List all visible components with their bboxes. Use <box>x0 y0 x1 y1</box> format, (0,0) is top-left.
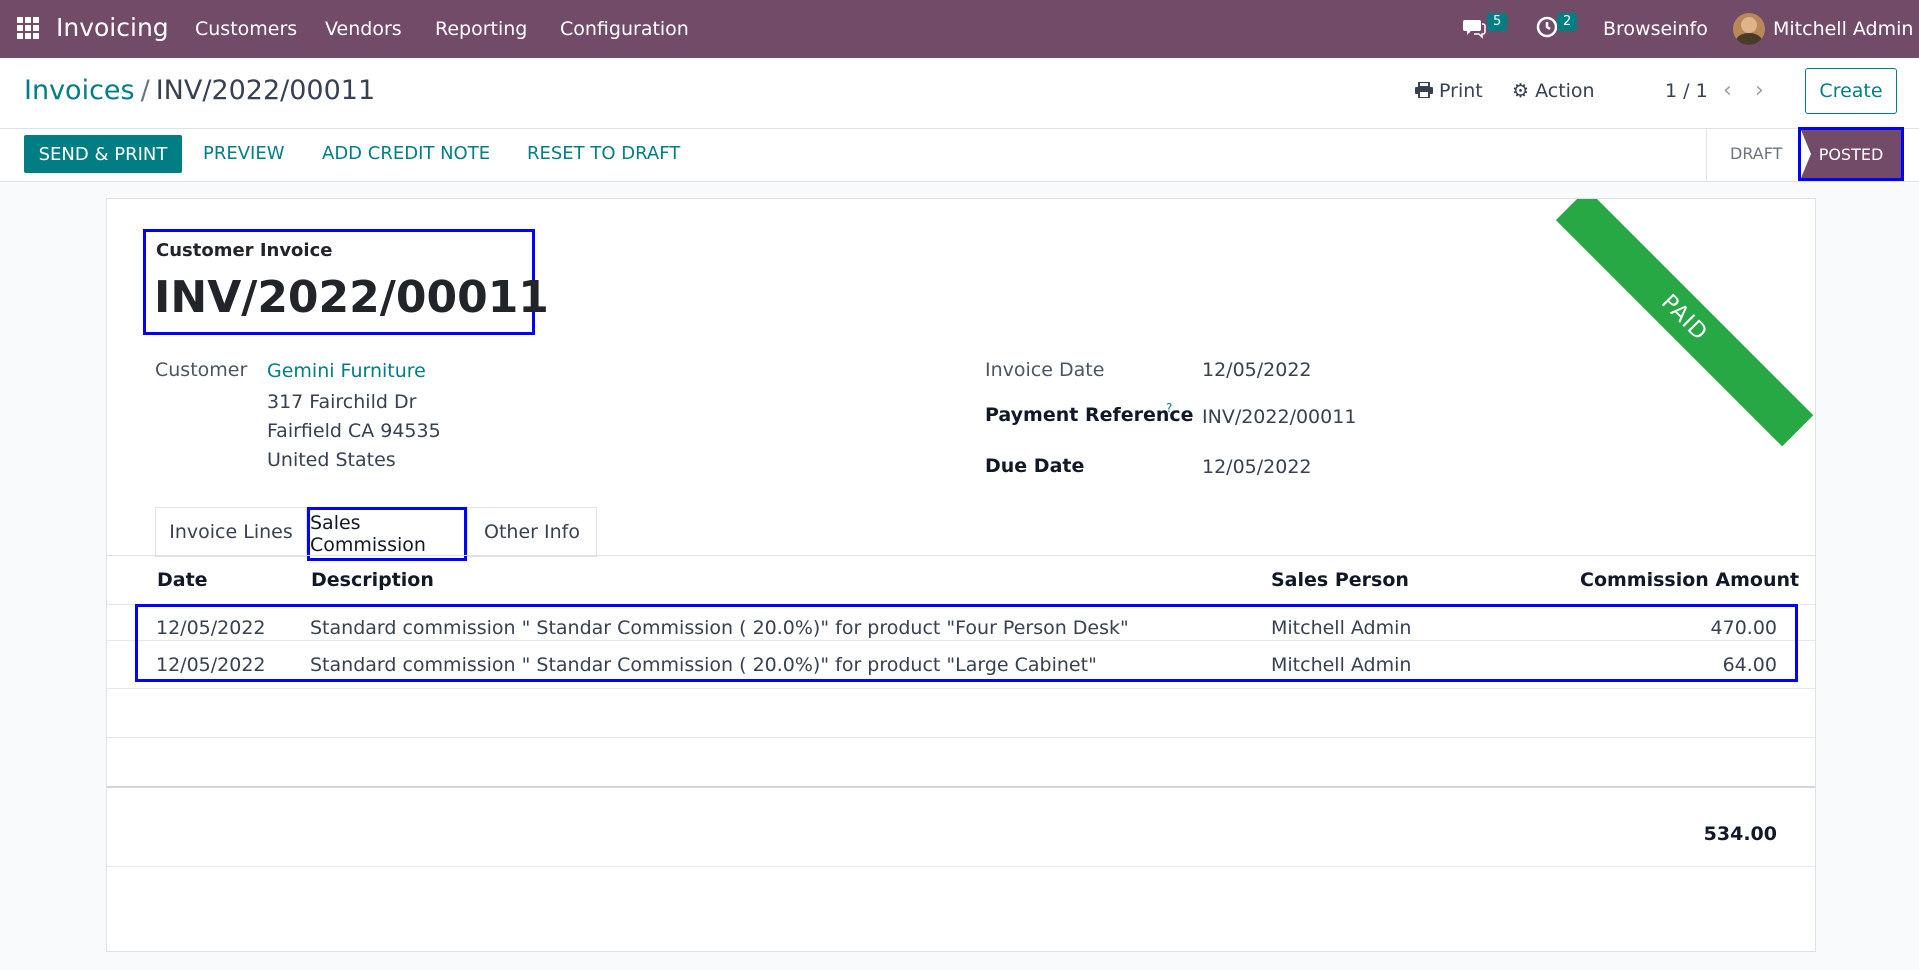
activities-clock-icon[interactable] <box>1535 15 1559 44</box>
invoice-title-box: Customer Invoice INV/2022/00011 <box>143 229 549 335</box>
customer-label: Customer <box>155 359 248 381</box>
paid-ribbon: PAID <box>1555 199 1814 447</box>
print-button[interactable]: Print <box>1415 80 1483 102</box>
print-label: Print <box>1439 80 1483 102</box>
row-divider <box>107 688 1815 689</box>
payment-reference-help-icon[interactable]: ? <box>1166 401 1172 415</box>
activities-badge: 2 <box>1557 13 1578 31</box>
pager-next-icon[interactable]: › <box>1755 78 1764 103</box>
breadcrumb-separator: / <box>140 75 150 106</box>
stage-posted[interactable]: POSTED <box>1798 127 1904 181</box>
footer-divider <box>107 786 1815 788</box>
form-sheet: PAID Customer Invoice INV/2022/00011 Cus… <box>106 198 1816 952</box>
row-divider <box>107 737 1815 738</box>
payment-reference-label: Payment Reference <box>985 404 1194 426</box>
pager-value[interactable]: 1 / 1 <box>1665 80 1708 102</box>
status-bar: SEND & PRINT PREVIEW ADD CREDIT NOTE RES… <box>0 127 1919 182</box>
add-credit-note-button[interactable]: ADD CREDIT NOTE <box>322 143 490 164</box>
due-date-value[interactable]: 12/05/2022 <box>1202 456 1312 478</box>
invoice-date-label: Invoice Date <box>985 359 1105 381</box>
top-navbar: Invoicing Customers Vendors Reporting Co… <box>0 0 1919 58</box>
tab-invoice-lines[interactable]: Invoice Lines <box>155 507 307 557</box>
messages-icon[interactable] <box>1462 15 1486 44</box>
breadcrumb-current: INV/2022/00011 <box>155 75 376 106</box>
print-icon <box>1415 81 1433 99</box>
tab-other-info[interactable]: Other Info <box>467 507 597 557</box>
footer-bottom-divider <box>107 866 1815 867</box>
user-menu[interactable]: Mitchell Admin <box>1773 18 1913 40</box>
reset-to-draft-button[interactable]: RESET TO DRAFT <box>527 143 680 164</box>
preview-button[interactable]: PREVIEW <box>203 143 285 164</box>
document-type: Customer Invoice <box>156 240 333 261</box>
column-header-sales-person[interactable]: Sales Person <box>1271 569 1409 591</box>
messages-badge: 5 <box>1487 13 1508 31</box>
commission-rows-highlight <box>135 604 1798 682</box>
menu-vendors[interactable]: Vendors <box>325 18 402 40</box>
gear-icon: ⚙ <box>1512 80 1530 102</box>
pager-previous-icon[interactable]: ‹ <box>1723 78 1732 103</box>
control-panel: Invoices / INV/2022/00011 Print ⚙ Action 1… <box>0 58 1919 128</box>
action-label: Action <box>1535 80 1595 102</box>
action-button[interactable]: ⚙ Action <box>1512 80 1595 102</box>
user-avatar[interactable] <box>1733 13 1765 45</box>
invoice-date-value[interactable]: 12/05/2022 <box>1202 359 1312 381</box>
commission-total: 534.00 <box>1703 823 1777 845</box>
send-print-button[interactable]: SEND & PRINT <box>24 135 182 173</box>
breadcrumb: Invoices / INV/2022/00011 <box>24 75 375 106</box>
invoice-number: INV/2022/00011 <box>154 272 549 323</box>
due-date-label: Due Date <box>985 455 1085 477</box>
create-button[interactable]: Create <box>1805 68 1897 114</box>
app-brand[interactable]: Invoicing <box>56 13 169 42</box>
tab-sales-commission[interactable]: Sales Commission <box>307 507 467 561</box>
column-header-commission-amount[interactable]: Commission Amount <box>1580 569 1799 591</box>
tabs-divider <box>107 555 1815 556</box>
customer-link[interactable]: Gemini Furniture <box>267 360 426 382</box>
payment-reference-value[interactable]: INV/2022/00011 <box>1202 406 1356 428</box>
status-divider <box>1706 129 1707 181</box>
address-line-2: Fairfield CA 94535 <box>267 420 441 442</box>
column-header-date[interactable]: Date <box>157 569 208 591</box>
address-line-3: United States <box>267 449 396 471</box>
company-switcher[interactable]: Browseinfo <box>1603 18 1708 40</box>
breadcrumb-invoices[interactable]: Invoices <box>24 75 135 106</box>
menu-configuration[interactable]: Configuration <box>560 18 689 40</box>
stage-draft[interactable]: DRAFT <box>1730 144 1782 163</box>
stage-posted-label: POSTED <box>1818 144 1884 164</box>
column-header-description[interactable]: Description <box>311 569 434 591</box>
address-line-1: 317 Fairchild Dr <box>267 391 417 413</box>
apps-menu-icon[interactable] <box>17 17 39 39</box>
menu-reporting[interactable]: Reporting <box>435 18 527 40</box>
menu-customers[interactable]: Customers <box>195 18 297 40</box>
